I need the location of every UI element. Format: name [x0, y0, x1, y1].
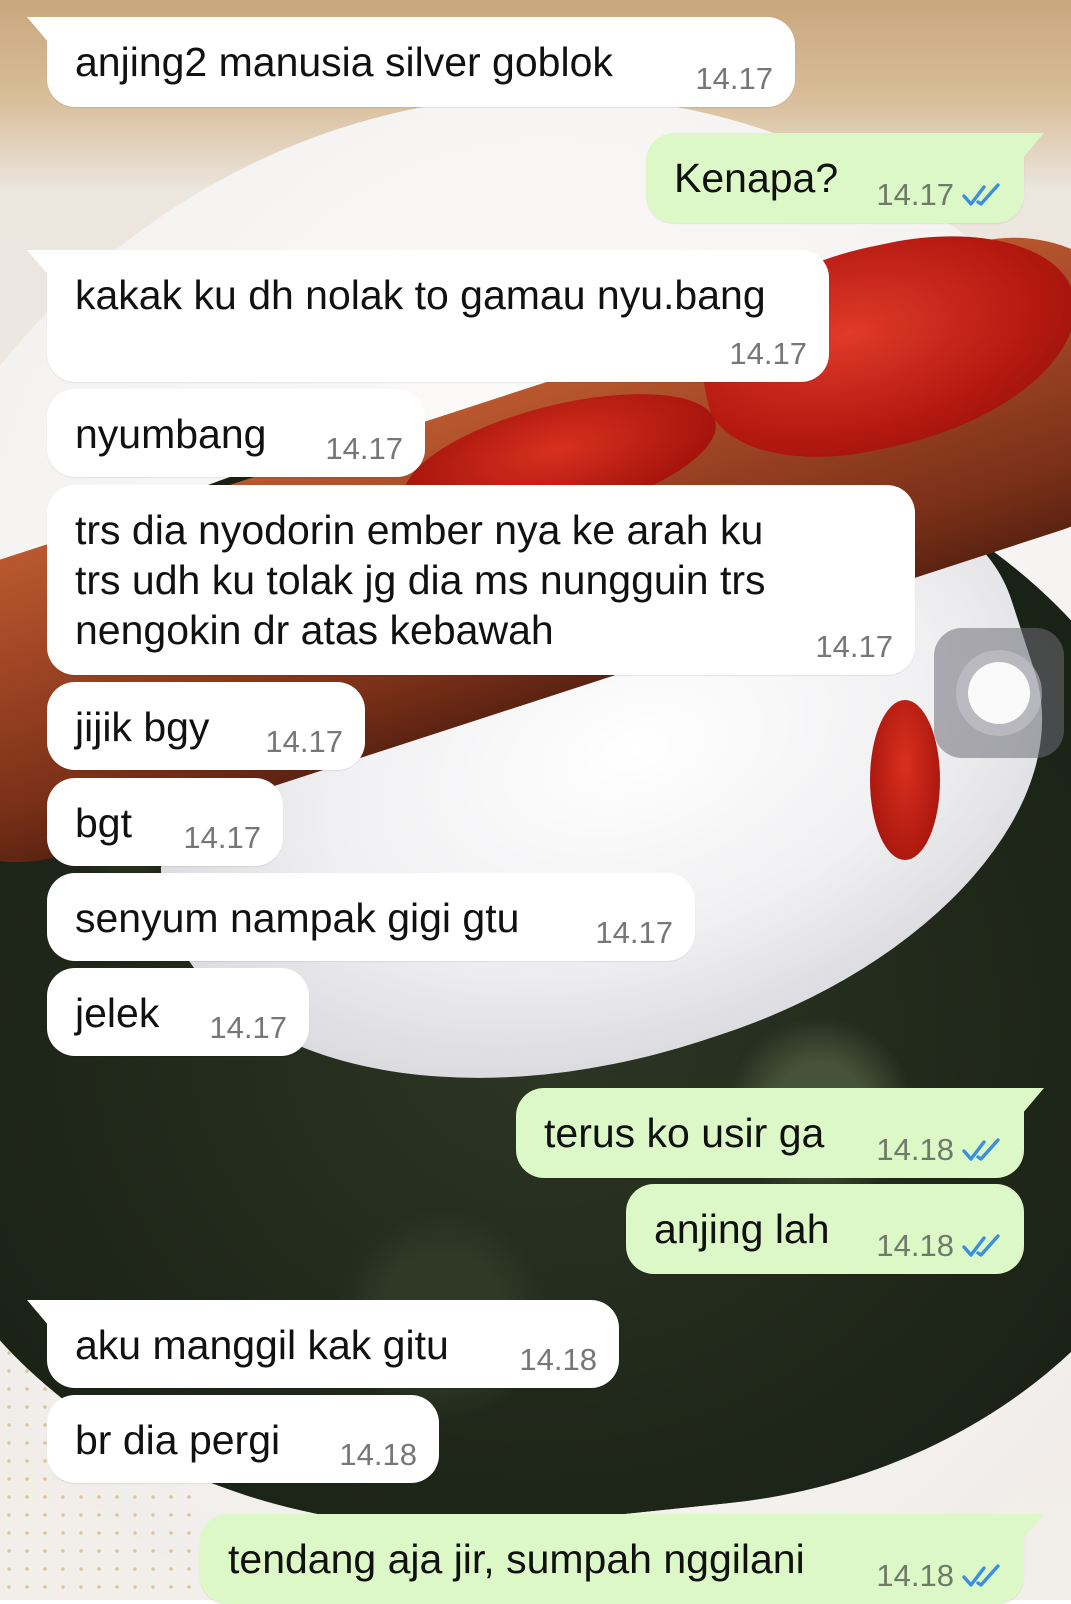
message-text: terus ko usir ga — [544, 1110, 825, 1156]
message-text: Kenapa? — [674, 155, 839, 201]
assistive-touch-button[interactable] — [934, 628, 1064, 758]
message-text: kakak ku dh nolak to gamau nyu.bang — [75, 272, 766, 318]
message-meta: 14.18 — [876, 1132, 1002, 1168]
message-text: anjing lah — [654, 1206, 830, 1252]
message-text: nyumbang — [75, 411, 267, 457]
double-check-icon — [962, 1138, 1000, 1161]
message-time: 14.18 — [876, 1132, 954, 1167]
message-meta: 14.17 — [209, 1010, 287, 1046]
message-time: 14.18 — [339, 1437, 417, 1472]
message-incoming[interactable]: jijik bgy 14.17 — [47, 682, 365, 770]
message-time: 14.17 — [695, 61, 773, 96]
message-outgoing[interactable]: anjing lah 14.18 — [626, 1184, 1024, 1274]
message-incoming[interactable]: br dia pergi 14.18 — [47, 1395, 439, 1483]
message-text: jijik bgy — [75, 704, 210, 750]
message-meta: 14.17 — [265, 724, 343, 760]
message-time: 14.17 — [325, 431, 403, 466]
message-incoming[interactable]: jelek 14.17 — [47, 968, 309, 1056]
double-check-icon — [962, 1564, 1000, 1587]
message-time: 14.17 — [209, 1010, 287, 1045]
message-outgoing[interactable]: Kenapa? 14.17 — [646, 133, 1044, 223]
message-line: trs dia nyodorin ember nya ke arah ku — [75, 507, 764, 553]
message-meta: 14.18 — [519, 1342, 597, 1378]
message-meta: 14.18 — [876, 1558, 1002, 1594]
message-time: 14.17 — [595, 915, 673, 950]
double-check-icon — [962, 1234, 1000, 1257]
message-time: 14.17 — [183, 820, 261, 855]
message-incoming[interactable]: bgt 14.17 — [47, 778, 283, 866]
message-text: senyum nampak gigi gtu — [75, 895, 520, 941]
message-line: trs udh ku tolak jg dia ms nungguin trs — [75, 557, 766, 603]
message-line: nengokin dr atas kebawah — [75, 607, 554, 653]
message-meta: 14.17 — [325, 431, 403, 467]
message-meta: 14.18 — [339, 1437, 417, 1473]
message-meta: 14.18 — [876, 1228, 1002, 1264]
message-meta: 14.17 — [183, 820, 261, 856]
message-incoming[interactable]: trs dia nyodorin ember nya ke arah ku tr… — [47, 485, 915, 675]
message-meta: 14.17 — [595, 915, 673, 951]
message-time: 14.17 — [876, 177, 954, 212]
message-time: 14.18 — [876, 1558, 954, 1593]
message-time: 14.17 — [815, 629, 893, 664]
message-incoming[interactable]: senyum nampak gigi gtu 14.17 — [47, 873, 695, 961]
message-list: anjing2 manusia silver goblok 14.17 Kena… — [0, 0, 1071, 1604]
message-text: aku manggil kak gitu — [75, 1322, 449, 1368]
message-text: br dia pergi — [75, 1417, 281, 1463]
assistive-touch-icon — [956, 650, 1042, 736]
message-meta: 14.17 — [815, 629, 893, 665]
message-text: anjing2 manusia silver goblok — [75, 39, 613, 85]
message-incoming[interactable]: aku manggil kak gitu 14.18 — [27, 1300, 619, 1388]
message-incoming[interactable]: nyumbang 14.17 — [47, 389, 425, 477]
message-text: tendang aja jir, sumpah nggilani — [228, 1536, 805, 1582]
message-meta: 14.17 — [695, 61, 773, 97]
message-meta: 14.17 — [876, 177, 1002, 213]
message-text: jelek — [75, 990, 160, 1036]
message-time: 14.18 — [876, 1228, 954, 1263]
message-text: trs dia nyodorin ember nya ke arah ku tr… — [75, 505, 766, 655]
message-text: bgt — [75, 800, 132, 846]
double-check-icon — [962, 183, 1000, 206]
message-outgoing[interactable]: tendang aja jir, sumpah nggilani 14.18 — [200, 1514, 1044, 1604]
message-time: 14.17 — [265, 724, 343, 759]
message-incoming[interactable]: anjing2 manusia silver goblok 14.17 — [27, 17, 795, 107]
message-meta: 14.17 — [729, 336, 807, 372]
message-outgoing[interactable]: terus ko usir ga 14.18 — [516, 1088, 1044, 1178]
message-time: 14.17 — [729, 336, 807, 371]
message-time: 14.18 — [519, 1342, 597, 1377]
message-incoming[interactable]: kakak ku dh nolak to gamau nyu.bang 14.1… — [27, 250, 829, 382]
